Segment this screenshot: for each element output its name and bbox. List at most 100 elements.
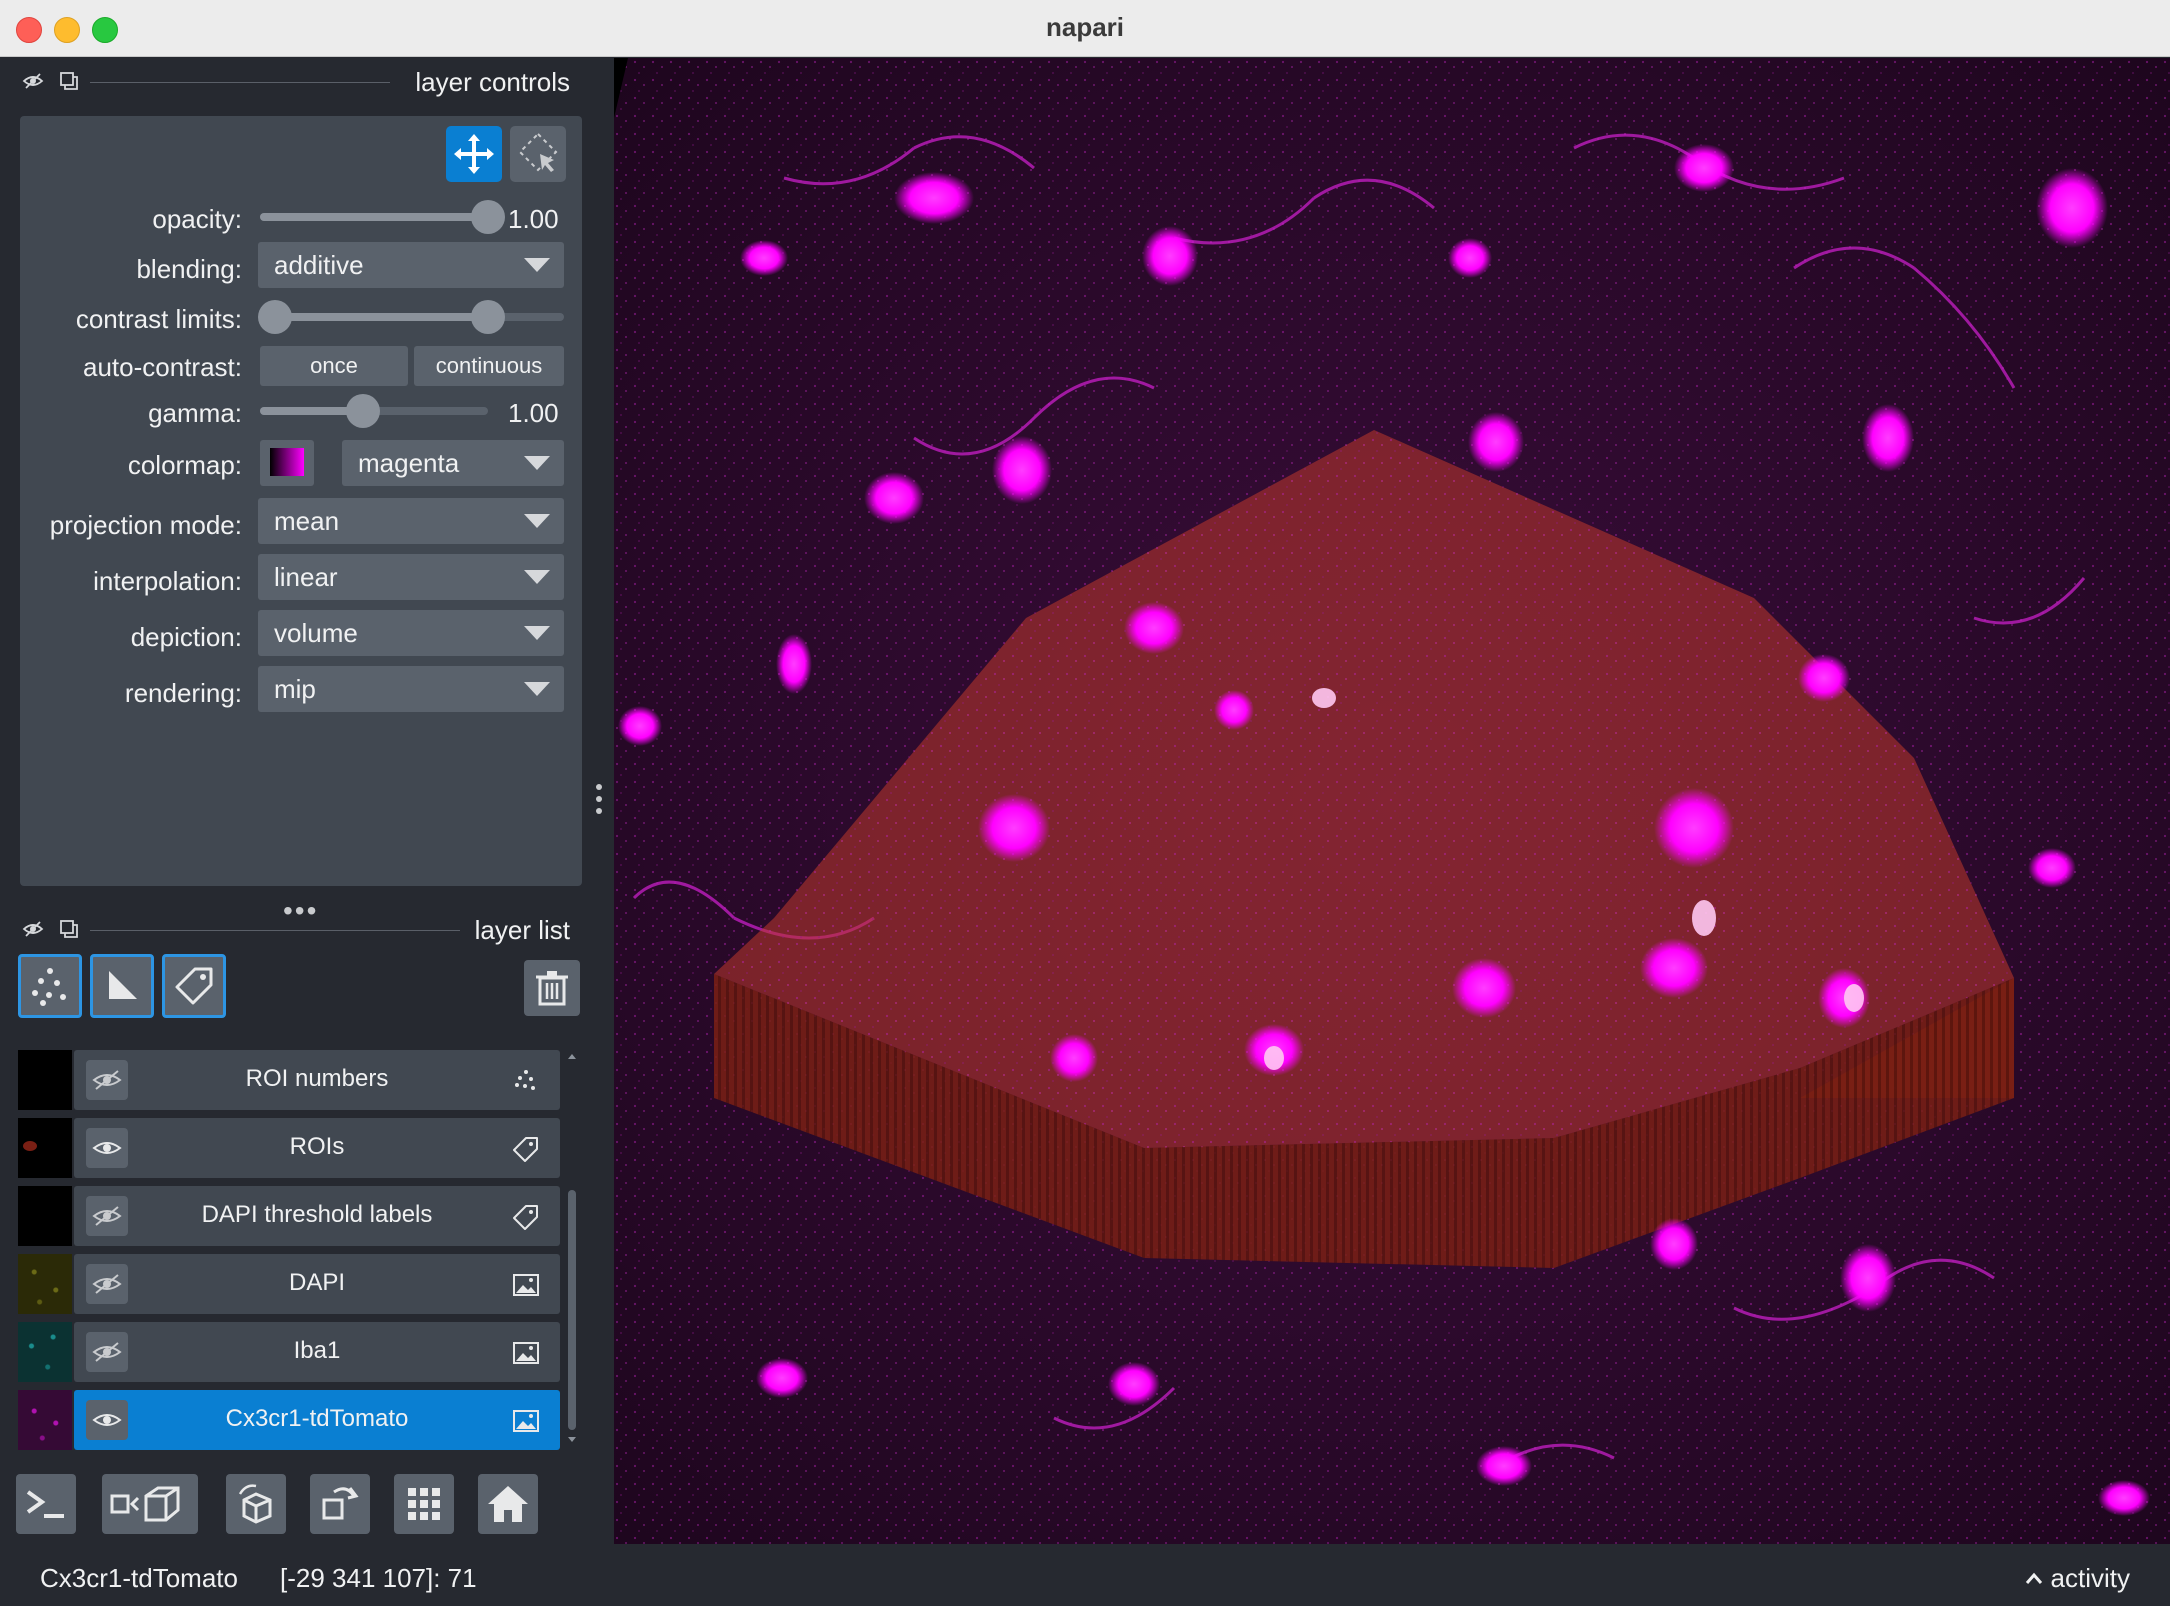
move-arrows-icon [454, 134, 494, 174]
delete-layer-button[interactable] [524, 960, 580, 1016]
visibility-toggle[interactable] [86, 1060, 128, 1100]
image-icon [513, 1342, 539, 1364]
eye-icon [92, 1142, 122, 1154]
new-points-layer-button[interactable] [18, 954, 82, 1018]
chevron-down-icon [524, 682, 550, 696]
contrast-limits-fill [260, 313, 488, 321]
float-panel-icon[interactable] [58, 70, 80, 92]
float-panel-icon[interactable] [58, 918, 80, 940]
layer-list-scrollbar[interactable] [566, 1050, 578, 1446]
auto-contrast-continuous-button[interactable]: continuous [414, 346, 564, 386]
chevron-down-icon [524, 626, 550, 640]
layer-controls-header: layer controls [18, 62, 570, 102]
layer-thumbnail [18, 1118, 72, 1178]
vertical-splitter-handle[interactable] [596, 784, 604, 820]
scroll-down-arrow-icon[interactable] [566, 1434, 578, 1446]
viewer-canvas[interactable] [614, 58, 2170, 1544]
trash-icon [536, 971, 568, 1006]
scrollbar-thumb[interactable] [568, 1190, 576, 1430]
visibility-toggle[interactable] [86, 1196, 128, 1236]
roll-dimensions-button[interactable] [226, 1474, 286, 1534]
depiction-dropdown[interactable]: volume [258, 610, 564, 656]
layer-row-dapi-threshold-labels[interactable]: DAPI threshold labels [18, 1186, 560, 1246]
contrast-limits-label: contrast limits: [75, 304, 242, 334]
points-icon [515, 1070, 535, 1090]
toggle-ndisplay-button[interactable] [102, 1474, 198, 1534]
auto-contrast-once-button[interactable]: once [260, 346, 408, 386]
opacity-slider-handle[interactable] [471, 200, 505, 234]
reset-view-button[interactable] [478, 1474, 538, 1534]
status-layer-name: Cx3cr1-tdTomato [40, 1563, 238, 1593]
home-icon [488, 1486, 528, 1522]
layer-row-iba1[interactable]: Iba1 [18, 1322, 560, 1382]
gamma-slider-handle[interactable] [345, 394, 380, 428]
visibility-toggle[interactable] [86, 1332, 128, 1372]
layer-thumbnail [18, 1050, 72, 1110]
opacity-slider[interactable] [260, 213, 488, 221]
title-bar: napari [0, 0, 2170, 57]
eye-hidden-icon [92, 1342, 122, 1362]
contrast-limits-slider[interactable] [260, 313, 564, 321]
visibility-toggle[interactable] [86, 1264, 128, 1304]
transpose-icon [322, 1487, 359, 1520]
depiction-label: depiction: [130, 622, 242, 652]
window-title: napari [1045, 12, 1125, 42]
auto-contrast-label: auto-contrast: [83, 352, 242, 382]
opacity-slider-fill [260, 213, 488, 221]
layer-name: DAPI threshold labels [201, 1201, 433, 1228]
layer-row-dapi[interactable]: DAPI [18, 1254, 560, 1314]
grid-icon [408, 1488, 440, 1520]
layer-row-rois[interactable]: ROIs [18, 1118, 560, 1178]
header-divider [90, 930, 460, 931]
projection-mode-value: mean [274, 506, 340, 536]
hide-panel-eye-icon[interactable] [22, 70, 44, 92]
activity-label: activity [2050, 1563, 2130, 1593]
layer-row-cx3cr1-tdtomato[interactable]: Cx3cr1-tdTomato [18, 1390, 560, 1450]
layer-thumbnail [18, 1322, 72, 1382]
new-shapes-layer-button[interactable] [90, 954, 154, 1018]
2d-3d-toggle-icon [110, 1486, 180, 1522]
blending-value: additive [274, 250, 364, 280]
cube-rotate-icon [238, 1484, 272, 1524]
grid-view-button[interactable] [394, 1474, 454, 1534]
shapes-icon [109, 971, 137, 999]
blending-dropdown[interactable]: additive [258, 242, 564, 288]
rois-thumbnail-shape [23, 1141, 37, 1151]
layer-name: DAPI [288, 1269, 345, 1296]
hide-panel-eye-icon[interactable] [22, 918, 44, 940]
contrast-low-handle[interactable] [258, 300, 292, 334]
layer-list-title: layer list [474, 915, 570, 945]
layer-row-roi-numbers[interactable]: ROI numbers [18, 1050, 560, 1110]
projection-mode-dropdown[interactable]: mean [258, 498, 564, 544]
activity-button[interactable]: activity [2025, 1563, 2130, 1594]
visibility-toggle[interactable] [86, 1400, 128, 1440]
pan-zoom-mode-button[interactable] [446, 126, 502, 182]
chevron-down-icon [524, 258, 550, 272]
opacity-value: 1.00 [508, 204, 559, 234]
transform-mode-button[interactable] [510, 126, 566, 182]
terminal-icon [26, 1490, 64, 1518]
labels-icon [513, 1137, 538, 1162]
transpose-dimensions-button[interactable] [310, 1474, 370, 1534]
new-labels-layer-button[interactable] [162, 954, 226, 1018]
canvas-rendering [614, 58, 2170, 1544]
colormap-preview-button[interactable] [260, 440, 314, 486]
rendering-dropdown[interactable]: mip [258, 666, 564, 712]
console-button[interactable] [16, 1474, 76, 1534]
rendering-label: rendering: [124, 678, 242, 708]
eye-hidden-icon [92, 1070, 122, 1090]
layer-thumbnail [18, 1186, 72, 1246]
labels-tag-icon [175, 967, 213, 1005]
visibility-toggle[interactable] [86, 1128, 128, 1168]
scroll-up-arrow-icon[interactable] [566, 1050, 578, 1062]
select-transform-icon [518, 132, 558, 172]
colormap-dropdown[interactable]: magenta [342, 440, 564, 486]
chevron-down-icon [524, 514, 550, 528]
contrast-high-handle[interactable] [471, 300, 505, 334]
layer-name: Iba1 [293, 1337, 341, 1364]
interpolation-value: linear [274, 562, 338, 592]
depiction-value: volume [274, 618, 358, 648]
interpolation-dropdown[interactable]: linear [258, 554, 564, 600]
layer-name: ROI numbers [245, 1065, 389, 1092]
colormap-label: colormap: [127, 450, 242, 480]
